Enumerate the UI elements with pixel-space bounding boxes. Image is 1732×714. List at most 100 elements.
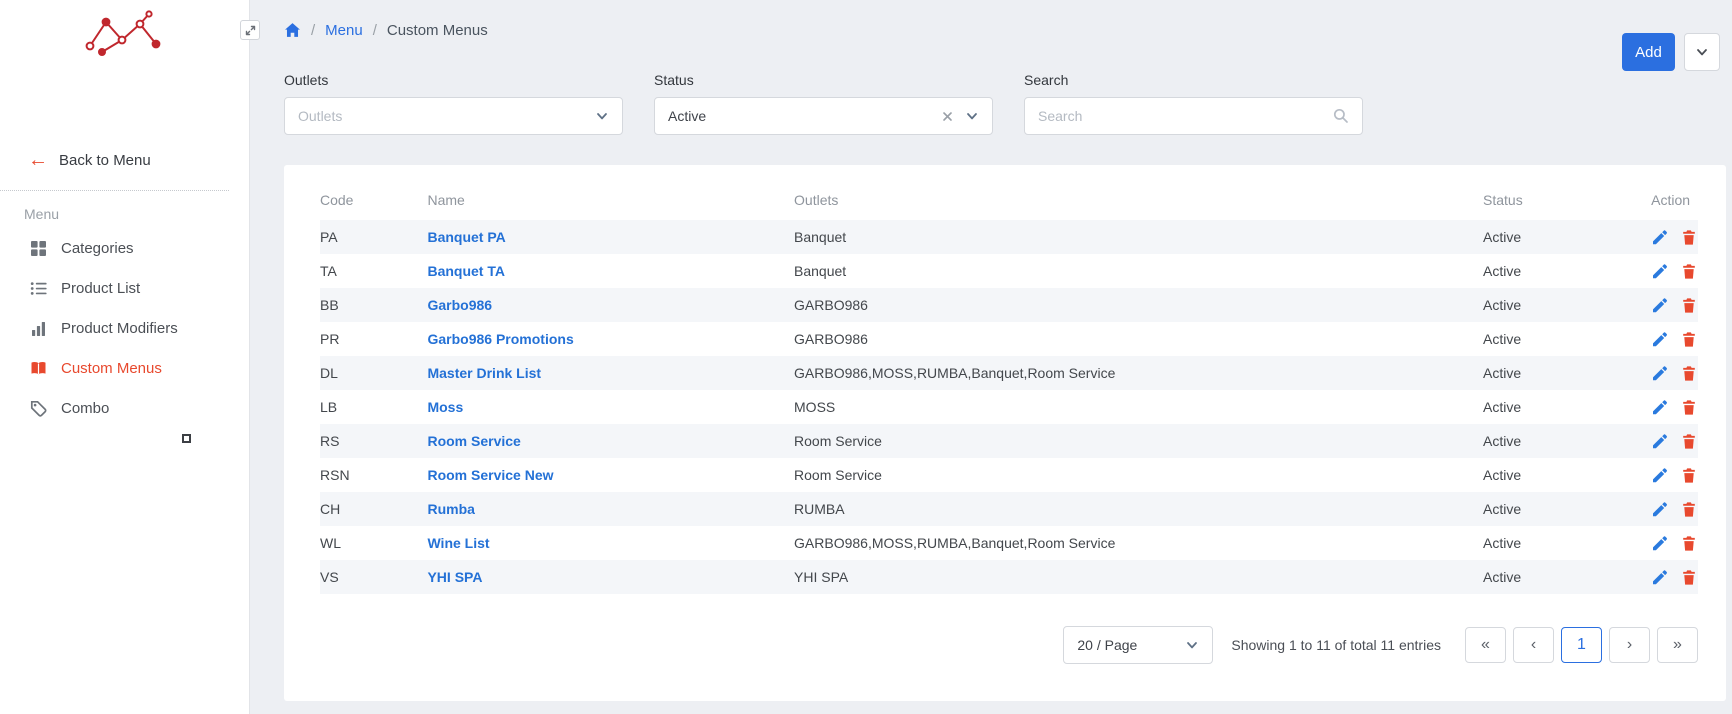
row-status: Active bbox=[1483, 526, 1651, 560]
menu-book-icon bbox=[30, 360, 47, 377]
prev-page-button[interactable]: ‹ bbox=[1513, 627, 1554, 663]
search-filter-label: Search bbox=[1024, 72, 1363, 88]
row-code: PA bbox=[320, 220, 427, 254]
row-code: TA bbox=[320, 254, 427, 288]
sidebar-nav: Categories Product List Product Modifi bbox=[0, 228, 249, 428]
table-row: WL Wine List GARBO986,MOSS,RUMBA,Banquet… bbox=[320, 526, 1698, 560]
search-filter: Search bbox=[1024, 72, 1363, 135]
edit-pencil-icon[interactable] bbox=[1651, 365, 1668, 382]
delete-trash-icon[interactable] bbox=[1681, 365, 1697, 382]
sidebar-item-product-list[interactable]: Product List bbox=[0, 268, 249, 308]
row-outlets: Room Service bbox=[794, 458, 1483, 492]
page-1-button[interactable]: 1 bbox=[1561, 627, 1602, 663]
sidebar-item-combo[interactable]: Combo bbox=[0, 388, 249, 428]
sidebar-item-label: Product List bbox=[61, 280, 140, 297]
breadcrumb-link-menu[interactable]: Menu bbox=[325, 22, 363, 39]
back-to-menu-link[interactable]: ← Back to Menu bbox=[28, 150, 249, 170]
bar-chart-icon bbox=[30, 320, 47, 337]
row-status: Active bbox=[1483, 220, 1651, 254]
row-status: Active bbox=[1483, 492, 1651, 526]
search-input[interactable] bbox=[1038, 108, 1333, 124]
row-status: Active bbox=[1483, 560, 1651, 594]
row-name-link[interactable]: Banquet PA bbox=[427, 229, 505, 245]
breadcrumb-home-link[interactable] bbox=[284, 22, 301, 38]
status-filter-label: Status bbox=[654, 72, 993, 88]
row-actions bbox=[1651, 399, 1690, 416]
custom-menus-table: Code Name Outlets Status Action PA Banqu… bbox=[320, 181, 1698, 594]
clear-icon[interactable] bbox=[942, 111, 953, 122]
status-select[interactable]: Active bbox=[654, 97, 993, 135]
edit-pencil-icon[interactable] bbox=[1651, 467, 1668, 484]
edit-pencil-icon[interactable] bbox=[1651, 399, 1668, 416]
menu-section-label: Menu bbox=[24, 206, 249, 222]
sidebar-collapse-button[interactable] bbox=[240, 20, 260, 40]
row-outlets: Room Service bbox=[794, 424, 1483, 458]
sidebar-item-label: Custom Menus bbox=[61, 360, 162, 377]
edit-pencil-icon[interactable] bbox=[1651, 263, 1668, 280]
edit-pencil-icon[interactable] bbox=[1651, 297, 1668, 314]
home-icon bbox=[284, 22, 301, 38]
row-actions bbox=[1651, 263, 1690, 280]
chevron-down-icon bbox=[965, 109, 979, 123]
column-header-action: Action bbox=[1651, 181, 1698, 220]
outlets-filter: Outlets Outlets bbox=[284, 72, 623, 135]
row-name-link[interactable]: Wine List bbox=[427, 535, 489, 551]
status-filter: Status Active bbox=[654, 72, 993, 135]
edit-pencil-icon[interactable] bbox=[1651, 501, 1668, 518]
next-page-button[interactable]: › bbox=[1609, 627, 1650, 663]
table-footer: 20 / Page Showing 1 to 11 of total 11 en… bbox=[320, 626, 1698, 664]
table-row: DL Master Drink List GARBO986,MOSS,RUMBA… bbox=[320, 356, 1698, 390]
delete-trash-icon[interactable] bbox=[1681, 501, 1697, 518]
row-name-link[interactable]: Rumba bbox=[427, 501, 474, 517]
edit-pencil-icon[interactable] bbox=[1651, 569, 1668, 586]
row-name-link[interactable]: Master Drink List bbox=[427, 365, 541, 381]
edit-pencil-icon[interactable] bbox=[1651, 433, 1668, 450]
add-button[interactable]: Add bbox=[1622, 33, 1675, 71]
table-body: PA Banquet PA Banquet Active bbox=[320, 220, 1698, 594]
delete-trash-icon[interactable] bbox=[1681, 399, 1697, 416]
edit-pencil-icon[interactable] bbox=[1651, 331, 1668, 348]
row-code: CH bbox=[320, 492, 427, 526]
chevron-down-icon bbox=[595, 109, 609, 123]
delete-trash-icon[interactable] bbox=[1681, 263, 1697, 280]
column-header-name: Name bbox=[427, 181, 794, 220]
sidebar-item-categories[interactable]: Categories bbox=[0, 228, 249, 268]
delete-trash-icon[interactable] bbox=[1681, 331, 1697, 348]
row-name-link[interactable]: Moss bbox=[427, 399, 463, 415]
delete-trash-icon[interactable] bbox=[1681, 229, 1697, 246]
row-name-link[interactable]: Room Service New bbox=[427, 467, 553, 483]
row-outlets: Banquet bbox=[794, 220, 1483, 254]
pagination-summary: Showing 1 to 11 of total 11 entries bbox=[1231, 637, 1441, 653]
row-status: Active bbox=[1483, 254, 1651, 288]
pagination: « ‹ 1 › » bbox=[1465, 627, 1698, 663]
edit-pencil-icon[interactable] bbox=[1651, 229, 1668, 246]
delete-trash-icon[interactable] bbox=[1681, 433, 1697, 450]
delete-trash-icon[interactable] bbox=[1681, 467, 1697, 484]
custom-menus-card: Code Name Outlets Status Action PA Banqu… bbox=[284, 165, 1726, 701]
delete-trash-icon[interactable] bbox=[1681, 535, 1697, 552]
row-name-link[interactable]: Banquet TA bbox=[427, 263, 505, 279]
row-name-link[interactable]: Garbo986 bbox=[427, 297, 492, 313]
column-header-outlets: Outlets bbox=[794, 181, 1483, 220]
outlets-select[interactable]: Outlets bbox=[284, 97, 623, 135]
row-name-link[interactable]: YHI SPA bbox=[427, 569, 482, 585]
list-icon bbox=[30, 280, 47, 297]
edit-pencil-icon[interactable] bbox=[1651, 535, 1668, 552]
sidebar-item-custom-menus[interactable]: Custom Menus bbox=[0, 348, 249, 388]
delete-trash-icon[interactable] bbox=[1681, 569, 1697, 586]
row-outlets: GARBO986 bbox=[794, 322, 1483, 356]
row-status: Active bbox=[1483, 288, 1651, 322]
row-actions bbox=[1651, 535, 1690, 552]
first-page-button[interactable]: « bbox=[1465, 627, 1506, 663]
sidebar-item-product-modifiers[interactable]: Product Modifiers bbox=[0, 308, 249, 348]
row-name-link[interactable]: Garbo986 Promotions bbox=[427, 331, 573, 347]
back-to-menu-label: Back to Menu bbox=[59, 152, 151, 169]
last-page-button[interactable]: » bbox=[1657, 627, 1698, 663]
chevron-down-icon bbox=[1695, 45, 1709, 59]
breadcrumb: / Menu / Custom Menus Add bbox=[284, 0, 1726, 46]
add-dropdown-button[interactable] bbox=[1684, 33, 1720, 71]
delete-trash-icon[interactable] bbox=[1681, 297, 1697, 314]
page-size-select[interactable]: 20 / Page bbox=[1063, 626, 1213, 664]
app-logo bbox=[76, 10, 172, 58]
row-name-link[interactable]: Room Service bbox=[427, 433, 520, 449]
